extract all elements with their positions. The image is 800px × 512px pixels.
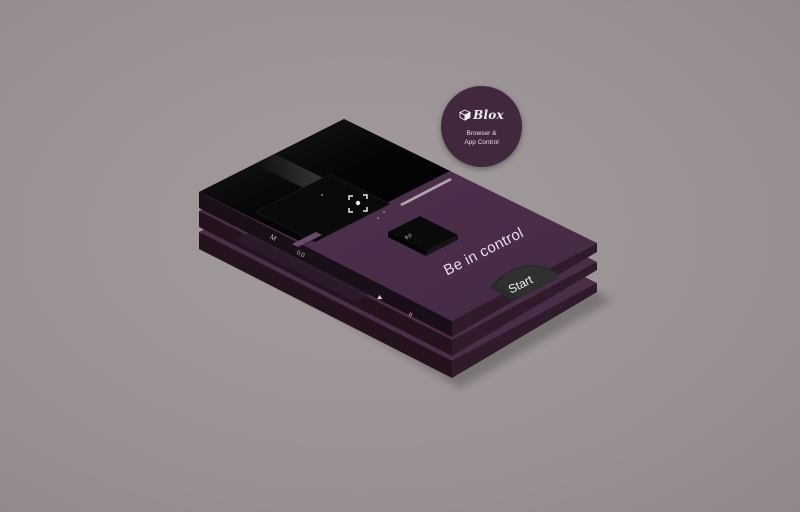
cube-icon xyxy=(459,109,472,121)
brand-name: Blox xyxy=(473,108,504,122)
badge-logo: Blox xyxy=(441,106,522,124)
badge-subtitle-line-1: Browser & xyxy=(466,130,497,137)
brand-badge: Blox Browser & App Control xyxy=(441,86,522,167)
isometric-screens xyxy=(199,119,612,388)
mockup-stage: Be in control Start 9:0 M 0:0 ▶ II Blox … xyxy=(0,0,800,512)
badge-subtitle-line-2: App Control xyxy=(464,139,499,146)
badge-subtitle: Browser & App Control xyxy=(441,129,522,147)
